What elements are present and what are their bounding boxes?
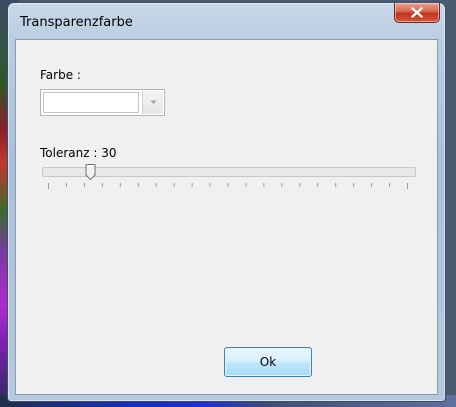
window-title: Transparenzfarbe — [20, 15, 133, 30]
title-bar[interactable]: Transparenzfarbe — [8, 3, 445, 39]
close-button[interactable] — [394, 3, 440, 23]
dialog-window: Transparenzfarbe — [7, 2, 446, 402]
ok-button[interactable]: Ok — [224, 347, 312, 377]
dropdown-button[interactable] — [142, 91, 163, 114]
tolerance-slider-track[interactable] — [42, 167, 416, 177]
close-icon — [411, 7, 423, 18]
color-label: Farbe : — [40, 68, 81, 82]
color-swatch[interactable] — [43, 92, 139, 113]
color-dropdown[interactable] — [40, 89, 165, 116]
chevron-down-icon — [150, 100, 156, 104]
tolerance-label: Toleranz : 30 — [40, 146, 117, 160]
tolerance-slider-thumb[interactable] — [85, 164, 96, 180]
tolerance-slider-ticks — [48, 183, 408, 189]
